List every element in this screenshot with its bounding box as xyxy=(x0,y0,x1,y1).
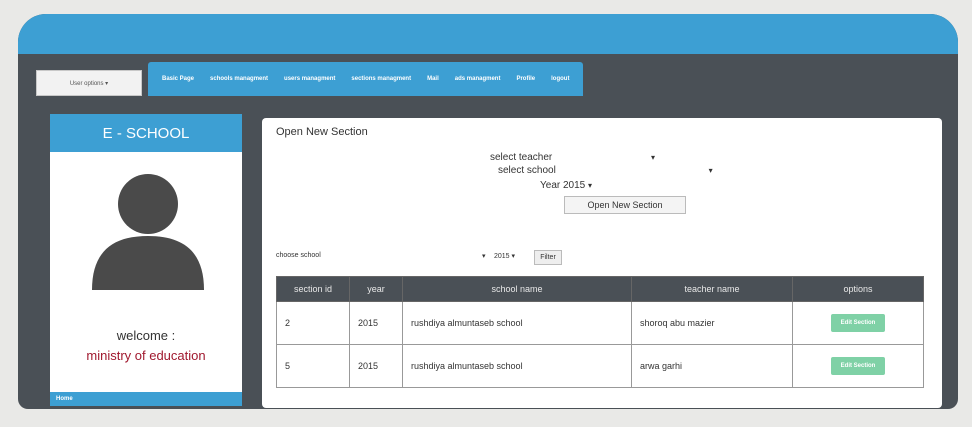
cell-teacher-name: shoroq abu mazier xyxy=(631,301,793,345)
nav-ads-managment[interactable]: ads managment xyxy=(455,76,501,82)
page-title: Open New Section xyxy=(276,126,368,138)
header-options: options xyxy=(792,276,924,302)
cell-year: 2015 xyxy=(349,344,403,388)
filter-year-select[interactable]: 2015 ▾ xyxy=(494,252,515,260)
cell-options: Edit Section xyxy=(792,344,924,388)
school-select-label: select school xyxy=(498,165,556,176)
edit-section-button[interactable]: Edit Section xyxy=(831,314,885,332)
home-link[interactable]: Home xyxy=(50,392,242,406)
header-school-name: school name xyxy=(402,276,632,302)
table-row: 2 2015 rushdiya almuntaseb school shoroq… xyxy=(276,301,924,345)
cell-school-name: rushdiya almuntaseb school xyxy=(402,344,632,388)
table-row: 5 2015 rushdiya almuntaseb school arwa g… xyxy=(276,344,924,388)
top-banner xyxy=(18,14,958,54)
cell-teacher-name: arwa garhi xyxy=(631,344,793,388)
nav-profile[interactable]: Profile xyxy=(516,76,535,82)
nav-schools-managment[interactable]: schools managment xyxy=(210,76,268,82)
school-select[interactable]: select school ▾ xyxy=(498,165,713,176)
nav-logout[interactable]: logout xyxy=(551,76,569,82)
year-label: Year xyxy=(540,180,561,191)
teacher-select[interactable]: select teacher ▾ xyxy=(490,152,655,163)
header-section-id: section id xyxy=(276,276,350,302)
header-year: year xyxy=(349,276,403,302)
nav-basic-page[interactable]: Basic Page xyxy=(162,76,194,82)
header-teacher-name: teacher name xyxy=(631,276,793,302)
user-avatar-icon xyxy=(92,174,204,290)
year-select[interactable]: Year 2015 ▾ xyxy=(540,180,592,191)
navbar: User options ▾ Basic Page schools managm… xyxy=(36,62,584,96)
choose-school-label: choose school xyxy=(276,252,321,259)
year-value: 2015 xyxy=(563,180,586,191)
app-frame: User options ▾ Basic Page schools managm… xyxy=(18,14,958,409)
cell-section-id: 2 xyxy=(276,301,350,345)
main-menu: Basic Page schools managment users manag… xyxy=(148,62,584,96)
edit-section-button[interactable]: Edit Section xyxy=(831,357,885,375)
cell-school-name: rushdiya almuntaseb school xyxy=(402,301,632,345)
main-content: Open New Section select teacher ▾ select… xyxy=(262,118,942,408)
filter-row: choose school ▾ 2015 ▾ Filter xyxy=(276,250,916,266)
filter-school-dropdown-icon[interactable]: ▾ xyxy=(482,252,486,260)
welcome-text: welcome : xyxy=(116,328,176,343)
cell-year: 2015 xyxy=(349,301,403,345)
filter-year-value: 2015 xyxy=(494,253,510,260)
year-dropdown-icon[interactable]: ▾ xyxy=(588,181,592,190)
nav-users-managment[interactable]: users managment xyxy=(284,76,335,82)
table-header-row: section id year school name teacher name… xyxy=(276,276,924,302)
teacher-select-label: select teacher xyxy=(490,152,553,163)
sidebar-title: E - SCHOOL xyxy=(50,114,242,152)
nav-mail[interactable]: Mail xyxy=(427,76,439,82)
cell-section-id: 5 xyxy=(276,344,350,388)
filter-year-dropdown-icon[interactable]: ▾ xyxy=(512,253,516,260)
cell-options: Edit Section xyxy=(792,301,924,345)
filter-button[interactable]: Filter xyxy=(534,250,562,265)
sidebar: E - SCHOOL welcome : ministry of educati… xyxy=(50,114,242,406)
teacher-dropdown-icon[interactable]: ▾ xyxy=(651,153,655,162)
nav-sections-managment[interactable]: sections managment xyxy=(351,76,411,82)
school-dropdown-icon[interactable]: ▾ xyxy=(709,166,713,175)
sections-table: section id year school name teacher name… xyxy=(276,276,924,388)
open-new-section-button[interactable]: Open New Section xyxy=(564,196,686,214)
user-options-button[interactable]: User options ▾ xyxy=(36,70,142,96)
ministry-text: ministry of education xyxy=(86,348,206,363)
